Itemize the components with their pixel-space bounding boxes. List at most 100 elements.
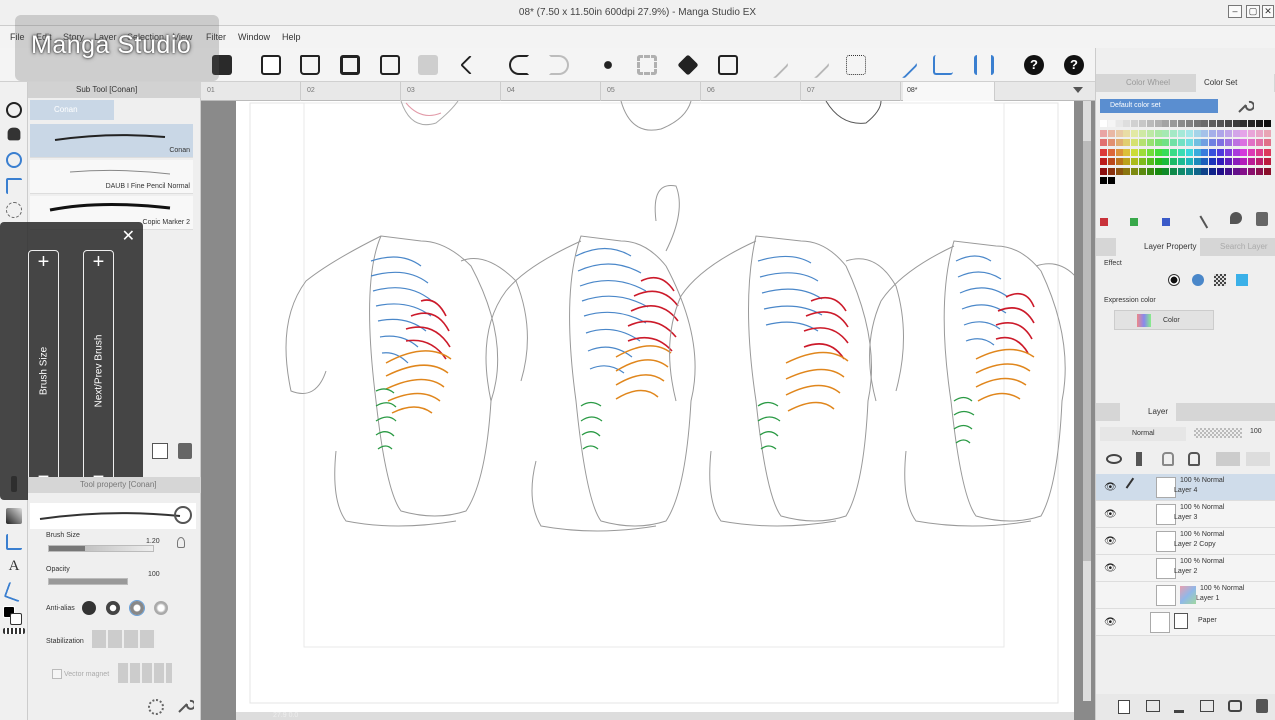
balloon-tool-icon[interactable]	[3, 581, 25, 603]
next-prev-brush-control[interactable]: + Next/Prev Brush −	[83, 250, 114, 492]
color-swatch[interactable]	[1263, 158, 1271, 165]
color-swatch[interactable]	[1131, 139, 1139, 146]
color-swatch[interactable]	[1100, 177, 1107, 184]
snap-guide-icon[interactable]	[974, 55, 994, 75]
close-window-button[interactable]: ✕	[1262, 5, 1274, 18]
color-swatch[interactable]	[1131, 177, 1138, 184]
vector-magnet-slider[interactable]	[118, 663, 172, 683]
color-swatch[interactable]	[1139, 148, 1146, 156]
opacity-slider[interactable]	[48, 578, 128, 585]
color-swatch[interactable]	[1201, 139, 1209, 146]
tool-property-tab[interactable]: Tool property [Conan]	[28, 477, 201, 493]
color-swatch[interactable]	[1170, 139, 1178, 146]
color-swatch[interactable]	[1248, 158, 1256, 165]
color-swatch[interactable]	[1209, 120, 1217, 127]
new-folder-icon[interactable]	[1146, 700, 1160, 712]
color-swatch[interactable]	[1224, 158, 1232, 165]
color-swatch[interactable]	[1146, 167, 1154, 175]
color-swatch[interactable]	[1100, 139, 1107, 146]
color-swatch[interactable]	[1232, 129, 1240, 137]
color-swatch[interactable]	[1193, 139, 1201, 146]
snap-special-ruler-icon[interactable]	[933, 55, 953, 75]
color-swatch[interactable]	[1116, 177, 1123, 184]
reset-icon[interactable]	[148, 699, 164, 715]
color-swatch[interactable]	[1147, 177, 1154, 184]
color-swatch[interactable]	[1209, 158, 1217, 165]
antialias-medium-option[interactable]	[129, 600, 145, 616]
move-tool-icon[interactable]	[6, 178, 22, 194]
close-icon[interactable]: ✕	[122, 226, 135, 246]
color-swatch[interactable]	[1256, 158, 1263, 165]
color-swatch[interactable]	[1201, 158, 1209, 165]
color-swatch[interactable]	[1240, 177, 1247, 184]
minimize-button[interactable]: –	[1228, 5, 1242, 18]
reference-layer-icon[interactable]	[1106, 454, 1122, 464]
color-swatch[interactable]	[1256, 129, 1263, 137]
menu-help[interactable]: Help	[282, 32, 301, 42]
hand-tool-icon[interactable]	[7, 127, 21, 141]
color-swatch[interactable]	[1185, 158, 1193, 165]
opacity-value[interactable]: 100	[148, 571, 160, 578]
tab-layer-property[interactable]: Layer Property	[1116, 238, 1200, 256]
color-swatch[interactable]	[1248, 120, 1256, 127]
color-swatch[interactable]	[1263, 139, 1271, 146]
import-icon[interactable]	[418, 55, 438, 75]
layer-opacity-slider[interactable]	[1194, 428, 1242, 438]
color-swatch[interactable]	[1201, 167, 1209, 175]
color-swatch[interactable]	[1256, 177, 1263, 184]
color-swatch[interactable]	[1115, 158, 1123, 165]
color-swatch[interactable]	[1154, 129, 1162, 137]
antialias-none-option[interactable]	[82, 601, 96, 615]
color-swatch[interactable]	[1209, 129, 1217, 137]
lock-icon[interactable]	[1162, 452, 1174, 466]
color-swatch[interactable]	[1162, 177, 1169, 184]
lasso-tool-icon[interactable]	[6, 202, 22, 218]
new-raster-layer-icon[interactable]	[1118, 700, 1130, 714]
color-swatch[interactable]	[1217, 167, 1224, 175]
color-swatch[interactable]	[1217, 139, 1224, 146]
color-swatch[interactable]	[1139, 167, 1146, 175]
color-swatch[interactable]	[1178, 167, 1185, 175]
color-swatch[interactable]	[1154, 158, 1162, 165]
color-swatch[interactable]	[1123, 158, 1131, 165]
canvas-page[interactable]	[236, 100, 1093, 720]
color-swatch[interactable]	[1115, 120, 1123, 127]
layer-row[interactable]: 👁 100 % Normal Layer 2	[1096, 555, 1275, 582]
color-swatch[interactable]	[1131, 129, 1139, 137]
color-swatch[interactable]	[1123, 167, 1131, 175]
next-brush-button[interactable]: +	[84, 251, 113, 274]
sub-color-swatch[interactable]	[10, 613, 22, 625]
color-swatch[interactable]	[1123, 120, 1131, 127]
crop-icon[interactable]	[760, 50, 790, 80]
color-swatch[interactable]	[1139, 139, 1146, 146]
info-icon[interactable]: ?	[1064, 55, 1084, 75]
color-swatch[interactable]	[1248, 148, 1256, 156]
antialias-strong-option[interactable]	[154, 601, 168, 615]
layer-row[interactable]: 👁 100 % Normal Layer 2 Copy	[1096, 528, 1275, 555]
color-swatch[interactable]	[1100, 148, 1107, 156]
operation-tool-icon[interactable]	[6, 152, 22, 168]
color-swatch[interactable]	[1263, 167, 1271, 175]
open-icon[interactable]	[300, 55, 320, 75]
color-swatch[interactable]	[1185, 129, 1193, 137]
chevron-down-icon[interactable]	[1073, 87, 1083, 93]
page-tab-01[interactable]: 01	[203, 82, 301, 101]
color-swatch[interactable]	[1131, 120, 1139, 127]
ruler-icon[interactable]	[801, 50, 831, 80]
page-tab-03[interactable]: 03	[403, 82, 501, 101]
color-swatch[interactable]	[1193, 120, 1201, 127]
new-subtool-icon[interactable]	[152, 443, 168, 459]
color-swatch[interactable]	[1232, 148, 1240, 156]
color-swatch[interactable]	[1100, 167, 1107, 175]
color-swatch[interactable]	[1248, 177, 1255, 184]
color-swatch[interactable]	[1185, 139, 1193, 146]
recent-color-blue[interactable]	[1162, 218, 1170, 226]
brush-item-daub-pencil[interactable]: DAUB I Fine Pencil Normal	[30, 160, 193, 194]
color-swatch[interactable]	[1240, 129, 1248, 137]
color-swatch[interactable]	[1162, 148, 1170, 156]
color-swatch[interactable]	[1100, 129, 1107, 137]
brush-size-slider[interactable]	[48, 545, 154, 552]
visibility-eye-icon[interactable]: 👁	[1104, 563, 1117, 574]
color-swatch[interactable]	[1217, 148, 1224, 156]
color-swatch[interactable]	[1224, 167, 1232, 175]
